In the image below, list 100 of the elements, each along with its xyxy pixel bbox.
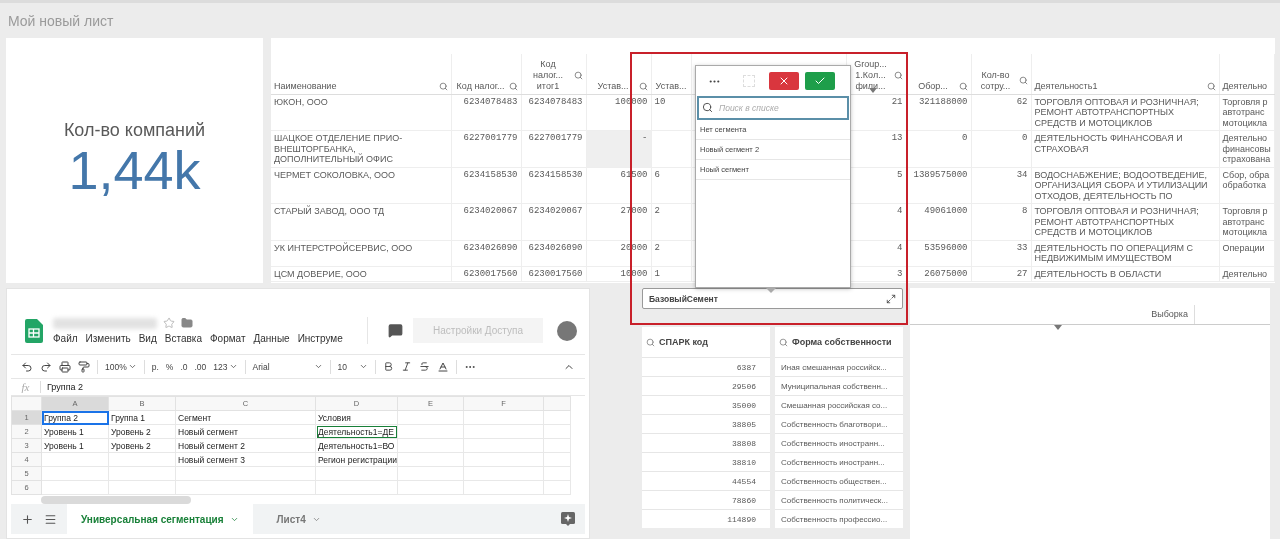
table-cell: Торговля р автотранс мотоцикла [1219,94,1274,131]
grid-cell[interactable]: Группа 1 [108,410,176,425]
search-icon[interactable] [1018,76,1028,85]
column-header[interactable]: Выборка [1120,305,1195,324]
menu-item[interactable]: Изменить [85,333,131,344]
confirm-button[interactable] [805,72,835,90]
comment-icon[interactable] [388,323,404,338]
menu-item[interactable]: Формат [209,333,246,344]
grid-cell[interactable]: Регион регистрации [315,452,398,467]
sheet-tab[interactable]: Универсальная сегментация [67,504,253,534]
grid-cell[interactable]: Условия [315,410,398,425]
list-item[interactable]: Собственность иностранн... [775,452,903,471]
grid-cell[interactable]: Сегмент [175,410,316,425]
decrease-decimals-button[interactable]: .0 [180,361,188,372]
search-icon[interactable] [893,70,903,80]
search-field[interactable]: Поиск в списке [697,96,849,120]
text-color-icon[interactable] [436,360,449,373]
search-icon[interactable] [1206,81,1216,91]
column-header[interactable]: Кол-во сотру... [971,54,1031,94]
list-item[interactable]: 44554 [642,471,770,490]
list-item[interactable]: 114890 [642,509,770,528]
folder-icon[interactable] [181,317,193,329]
column-header[interactable]: Обор... [906,54,971,94]
list-item[interactable]: 78860 [642,490,770,509]
menu-item[interactable]: Вставка [164,333,202,344]
grid-cell[interactable]: Новый сегмент 2 [175,438,316,453]
search-icon[interactable] [438,81,448,91]
expand-icon[interactable] [886,293,896,304]
bold-icon[interactable] [382,361,394,372]
list-item[interactable]: 29506 [642,376,770,395]
menu-item[interactable]: Файл [53,333,78,344]
search-icon[interactable] [638,81,648,91]
add-sheet-icon[interactable] [21,512,34,526]
list-item[interactable]: 38808 [642,433,770,452]
all-sheets-icon[interactable] [44,512,57,526]
search-icon[interactable] [958,81,968,91]
table-cell: 2 [651,240,691,266]
column-header[interactable]: Наименование [271,54,451,94]
star-icon[interactable] [163,317,175,329]
grid-cell[interactable]: Уровень 2 [108,438,176,453]
list-item[interactable]: Собственность профессио... [775,509,903,528]
spreadsheet-logo-icon [25,318,43,343]
table-cell: 62 [971,94,1031,131]
list-item[interactable]: Собственность обществен... [775,471,903,490]
list-item[interactable]: 38810 [642,452,770,471]
increase-decimals-button[interactable]: .00 [194,361,207,372]
search-icon[interactable] [779,337,788,347]
menu-item[interactable]: Данные [253,333,290,344]
grid-cell[interactable]: Новый сегмент [175,424,316,439]
list-item[interactable]: Собственность политическ... [775,490,903,509]
search-icon[interactable] [573,70,583,80]
table-cell: 6234078483 [451,94,521,131]
paint-format-icon[interactable] [78,360,90,373]
percent-button[interactable]: % [165,361,174,372]
list-item[interactable]: Муниципальная собственн... [775,376,903,395]
grid-cell[interactable]: Новый сегмент 3 [175,452,316,467]
list-item[interactable]: 35000 [642,395,770,414]
list-item[interactable]: 6387 [642,357,770,376]
font-dropdown[interactable]: Arial [252,361,323,372]
column-header[interactable]: Устав... [586,54,651,94]
column-header[interactable]: Деятельно [1219,54,1274,94]
undo-icon[interactable] [21,360,33,373]
grid-cell[interactable]: Уровень 1 [41,438,109,453]
redo-icon[interactable] [40,360,52,373]
zoom-dropdown[interactable]: 100% [105,361,137,372]
cancel-button[interactable] [769,72,799,90]
explore-icon[interactable] [561,512,575,526]
grid-cell[interactable]: Деятельность1=ДЕ [315,424,398,439]
table-cell: УК ИНТЕРСТРОЙСЕРВИС, ООО [271,240,451,266]
font-size-dropdown[interactable]: 10 [337,361,368,372]
strikethrough-icon[interactable] [418,361,430,372]
table-cell: ЦСМ ДОВЕРИЕ, ООО [271,266,451,282]
print-icon[interactable] [59,360,71,373]
grid-cell[interactable]: Уровень 2 [108,424,176,439]
table-cell: ТОРГОВЛЯ ОПТОВАЯ И РОЗНИЧНАЯ; РЕМОНТ АВТОТРАНСПОРТНЫХ СРЕДСТВ И МОТОЦИКЛОВ [1031,94,1219,131]
grid-cell[interactable]: Группа 2 [41,410,109,425]
list-item[interactable]: Собственность благотвори... [775,414,903,433]
list-item[interactable]: 38805 [642,414,770,433]
column-header[interactable]: Код налог... итог1 [521,54,586,94]
number-format-dropdown[interactable]: 123 [213,361,238,372]
list-item[interactable]: Собственность иностранн... [775,433,903,452]
column-header[interactable]: Устав... [651,54,691,94]
list-item[interactable]: Иная смешанная российск... [775,357,903,376]
italic-icon[interactable] [400,361,412,372]
column-header[interactable]: Деятельность1 [1031,54,1219,94]
list-item[interactable]: Смешанная российская со... [775,395,903,414]
search-icon[interactable] [646,337,655,347]
currency-button[interactable]: р. [151,361,159,372]
sheet-tab[interactable]: Лист4 [262,504,335,534]
grid-cell[interactable]: Деятельность1=ВО [315,438,398,453]
caret-icon [358,362,368,371]
menu-item[interactable]: Вид [138,333,157,344]
check-icon [814,75,826,87]
table-cell: Сбор, обра обработка [1219,167,1274,204]
grid-cell[interactable]: Уровень 1 [41,424,109,439]
menu-item[interactable]: Инструме [297,333,343,344]
search-icon[interactable] [508,81,518,91]
column-header[interactable]: Код налог... [451,54,521,94]
table-cell: 6227001779 [521,130,586,167]
table-cell: 0 [906,130,971,167]
